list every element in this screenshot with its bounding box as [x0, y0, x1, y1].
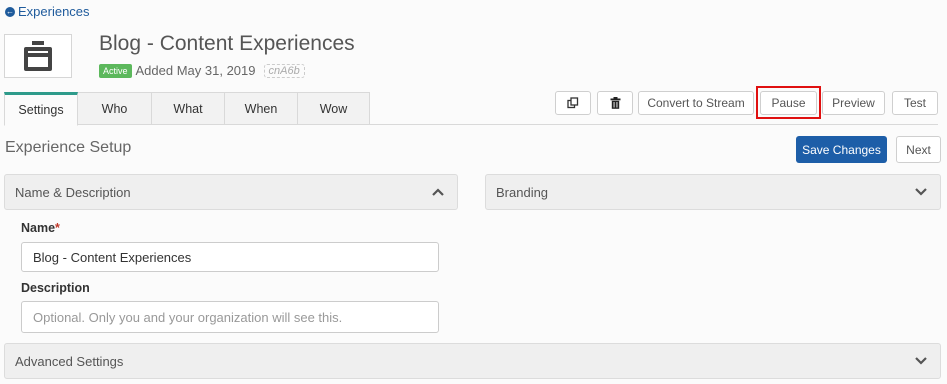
tab-wow[interactable]: Wow: [298, 92, 370, 125]
convert-to-stream-button[interactable]: Convert to Stream: [638, 91, 754, 115]
delete-button[interactable]: [597, 91, 633, 115]
added-date: Added May 31, 2019: [135, 63, 256, 78]
name-input[interactable]: [21, 242, 439, 272]
page-title: Blog - Content Experiences: [99, 32, 355, 55]
test-button[interactable]: Test: [892, 91, 938, 115]
arrow-left-icon: ←: [5, 6, 15, 17]
tab-when[interactable]: When: [225, 92, 298, 125]
status-badge: Active: [99, 63, 132, 78]
back-to-experiences-link[interactable]: ← Experiences: [5, 4, 90, 19]
copy-button[interactable]: [555, 91, 591, 115]
pause-highlight-box: [756, 86, 821, 119]
chevron-up-icon: [432, 188, 444, 196]
required-marker: *: [55, 221, 60, 235]
experience-tabs: Settings Who What When Wow: [4, 92, 370, 126]
experience-code-badge: cnA6b: [263, 63, 305, 78]
tabs-divider: [370, 124, 938, 125]
tab-who[interactable]: Who: [78, 92, 152, 125]
experience-meta: Active Added May 31, 2019 cnA6b: [99, 63, 305, 78]
experience-type-icon: [24, 41, 52, 71]
experience-thumbnail: [4, 34, 72, 78]
description-label: Description: [21, 281, 90, 295]
copy-icon: [567, 97, 579, 109]
chevron-down-icon: [915, 357, 927, 365]
name-description-panel-header[interactable]: Name & Description: [4, 174, 458, 210]
panel-title: Advanced Settings: [15, 353, 124, 369]
branding-panel-header[interactable]: Branding: [485, 174, 941, 210]
chevron-down-icon: [915, 188, 927, 196]
back-link-label: Experiences: [18, 4, 90, 19]
panel-title: Branding: [496, 184, 549, 200]
advanced-settings-panel-header[interactable]: Advanced Settings: [4, 343, 941, 379]
panel-title: Name & Description: [15, 184, 131, 200]
tab-what[interactable]: What: [152, 92, 225, 125]
next-button[interactable]: Next: [896, 136, 941, 163]
save-changes-button[interactable]: Save Changes: [796, 136, 887, 163]
trash-icon: [610, 97, 620, 109]
description-input[interactable]: [21, 301, 439, 333]
experience-setup-heading: Experience Setup: [5, 139, 132, 156]
preview-button[interactable]: Preview: [822, 91, 885, 115]
name-label: Name*: [21, 221, 60, 235]
name-label-text: Name: [21, 221, 56, 235]
tab-settings[interactable]: Settings: [4, 92, 78, 126]
